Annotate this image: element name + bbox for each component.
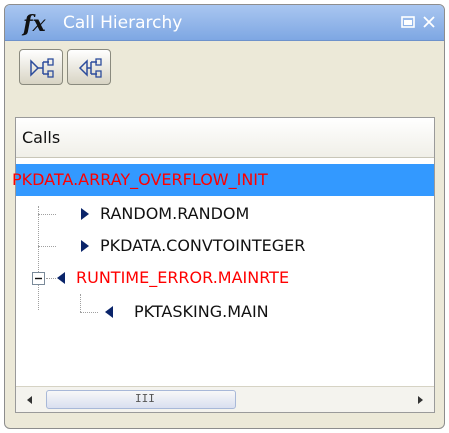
callee-arrow-left-icon [57, 272, 65, 284]
tree-item[interactable]: RANDOM.RANDOM [16, 198, 434, 230]
show-callers-button[interactable] [67, 49, 111, 85]
title-bar: fx Call Hierarchy [5, 5, 444, 41]
tree-item-label: PKDATA.ARRAY_OVERFLOW_INIT [12, 170, 268, 189]
tree-item-label: RUNTIME_ERROR.MAINRTE [76, 268, 290, 287]
scroll-right-icon[interactable] [414, 394, 426, 406]
column-header-label: Calls [22, 128, 61, 147]
callee-arrow-left-icon [105, 306, 113, 318]
call-tree: Calls PKDATA.ARRAY_OVERFLOW_INIT RANDOM.… [12, 117, 435, 413]
scrollbar-grip: III [135, 392, 155, 405]
caller-arrow-right-icon [81, 208, 89, 220]
caller-arrow-right-icon [81, 240, 89, 252]
scroll-left-icon[interactable] [24, 394, 36, 406]
panel-title: Call Hierarchy [63, 13, 183, 33]
restore-icon[interactable] [400, 14, 416, 30]
tree-item-label: PKTASKING.MAIN [134, 302, 269, 321]
call-hierarchy-callees-icon [30, 58, 54, 78]
toolbar [5, 41, 444, 109]
scrollbar-thumb[interactable]: III [46, 390, 236, 409]
tree-item[interactable]: PKDATA.CONVTOINTEGER [16, 230, 434, 262]
call-hierarchy-callers-icon [78, 58, 102, 78]
tree-item-label: PKDATA.CONVTOINTEGER [100, 236, 306, 255]
collapse-icon[interactable] [32, 272, 45, 285]
horizontal-scrollbar[interactable]: III [16, 386, 434, 412]
function-icon: fx [23, 11, 46, 37]
show-callees-button[interactable] [19, 49, 63, 85]
column-header-calls[interactable]: Calls [16, 118, 434, 158]
tree-item[interactable]: PKDATA.ARRAY_OVERFLOW_INIT [12, 164, 434, 196]
tree-item-label: RANDOM.RANDOM [100, 204, 250, 223]
call-hierarchy-panel: fx Call Hierarchy Calls PKDATA.ARRAY_OVE… [4, 4, 445, 429]
tree-item[interactable]: RUNTIME_ERROR.MAINRTE [16, 262, 434, 294]
close-icon[interactable] [421, 14, 437, 30]
tree-item[interactable]: PKTASKING.MAIN [16, 296, 434, 328]
